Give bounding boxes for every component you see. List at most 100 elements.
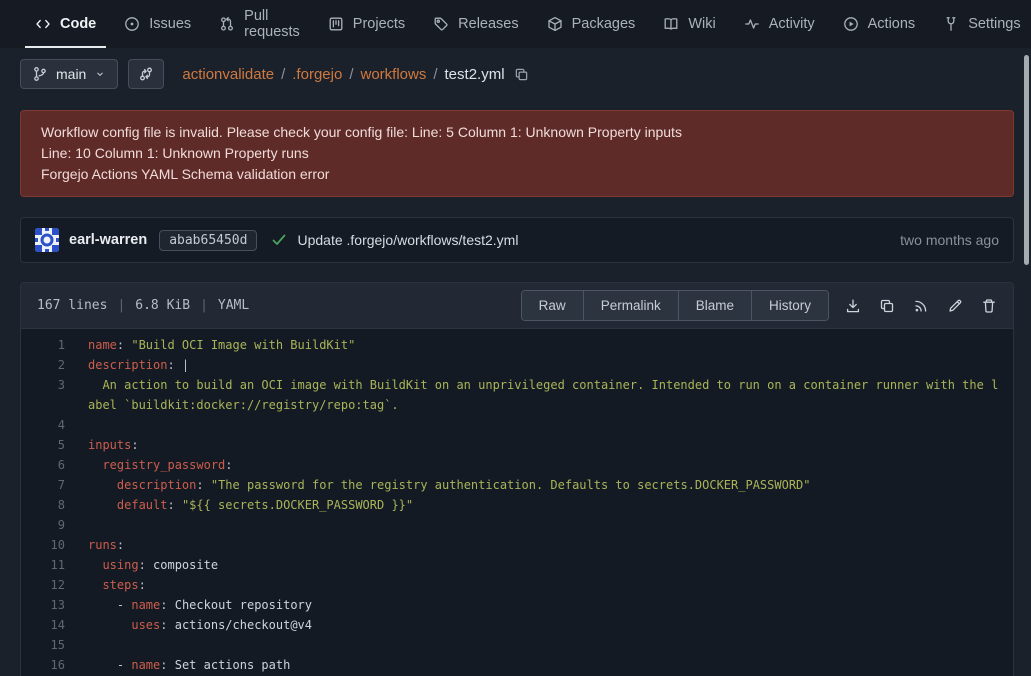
pull-request-icon <box>219 16 235 32</box>
tab-pull-requests[interactable]: Pull requests <box>205 0 314 48</box>
tab-settings[interactable]: Settings <box>929 0 1031 48</box>
code-view: 1name: "Build OCI Image with BuildKit"2d… <box>21 329 1013 676</box>
line-number[interactable]: 12 <box>21 575 65 595</box>
line-number[interactable]: 13 <box>21 595 65 615</box>
line-number[interactable]: 1 <box>21 335 65 355</box>
tab-label: Packages <box>572 16 636 32</box>
projects-icon <box>328 16 344 32</box>
tab-code[interactable]: Code <box>21 0 110 48</box>
issues-icon <box>124 16 140 32</box>
code-line: 12 steps: <box>21 575 1013 595</box>
file-line-count: 167 lines <box>37 298 107 313</box>
tab-wiki[interactable]: Wiki <box>649 0 729 48</box>
tab-releases[interactable]: Releases <box>419 0 532 48</box>
edit-icon[interactable] <box>943 294 967 318</box>
commit-status-check-icon[interactable] <box>271 232 287 248</box>
avatar[interactable] <box>35 228 59 252</box>
permalink-button[interactable]: Permalink <box>584 291 679 320</box>
line-number[interactable]: 7 <box>21 475 65 495</box>
code-text: runs: <box>65 535 1013 555</box>
raw-button[interactable]: Raw <box>522 291 584 320</box>
tab-settings-label: Settings <box>968 16 1020 32</box>
tab-activity[interactable]: Activity <box>730 0 829 48</box>
releases-icon <box>433 16 449 32</box>
settings-icon <box>943 16 959 32</box>
activity-icon <box>744 16 760 32</box>
code-text <box>65 635 1013 655</box>
line-number[interactable]: 6 <box>21 455 65 475</box>
branch-icon <box>32 66 48 82</box>
scrollbar-thumb[interactable] <box>1024 55 1029 265</box>
code-icon <box>35 16 51 32</box>
rss-icon[interactable] <box>909 294 933 318</box>
code-line: 15 <box>21 635 1013 655</box>
tab-actions[interactable]: Actions <box>829 0 930 48</box>
line-number[interactable]: 4 <box>21 415 65 435</box>
code-line: 2description: | <box>21 355 1013 375</box>
code-line: 4 <box>21 415 1013 435</box>
tab-projects[interactable]: Projects <box>314 0 419 48</box>
download-icon[interactable] <box>841 294 865 318</box>
breadcrumb-link[interactable]: actionvalidate <box>182 66 274 83</box>
code-text <box>65 415 1013 435</box>
blame-button[interactable]: Blame <box>679 291 752 320</box>
code-text: registry_password: <box>65 455 1013 475</box>
code-line: 10runs: <box>21 535 1013 555</box>
tab-issues[interactable]: Issues <box>110 0 205 48</box>
commit-author[interactable]: earl-warren <box>69 232 147 248</box>
code-line: 11 using: composite <box>21 555 1013 575</box>
line-number[interactable]: 8 <box>21 495 65 515</box>
tab-label: Projects <box>353 16 405 32</box>
code-text: name: "Build OCI Image with BuildKit" <box>65 335 1013 355</box>
line-number[interactable]: 3 <box>21 375 65 415</box>
line-number[interactable]: 16 <box>21 655 65 675</box>
line-number[interactable]: 5 <box>21 435 65 455</box>
commit-hash[interactable]: abab65450d <box>159 230 257 251</box>
code-line: 3 An action to build an OCI image with B… <box>21 375 1013 415</box>
breadcrumb: actionvalidate/.forgejo/workflows/test2.… <box>182 66 528 83</box>
error-line: Workflow config file is invalid. Please … <box>41 122 993 143</box>
file-action-icons <box>841 294 1001 318</box>
code-line: 1name: "Build OCI Image with BuildKit" <box>21 335 1013 355</box>
line-number[interactable]: 10 <box>21 535 65 555</box>
breadcrumb-link[interactable]: .forgejo <box>292 66 342 83</box>
code-line: 16 - name: Set actions path <box>21 655 1013 675</box>
line-number[interactable]: 11 <box>21 555 65 575</box>
workflow-error-banner: Workflow config file is invalid. Please … <box>20 110 1014 197</box>
tab-label: Activity <box>769 16 815 32</box>
commit-message[interactable]: Update .forgejo/workflows/test2.yml <box>297 232 518 248</box>
tab-label: Pull requests <box>244 8 300 40</box>
line-number[interactable]: 2 <box>21 355 65 375</box>
file-language: YAML <box>218 298 249 313</box>
meta-divider: | <box>200 298 208 313</box>
wiki-icon <box>663 16 679 32</box>
delete-icon[interactable] <box>977 294 1001 318</box>
error-line: Line: 10 Column 1: Unknown Property runs <box>41 143 993 164</box>
chevron-down-icon <box>94 68 106 80</box>
actions-icon <box>843 16 859 32</box>
compare-icon <box>138 66 154 82</box>
line-number[interactable]: 9 <box>21 515 65 535</box>
tab-packages[interactable]: Packages <box>533 0 650 48</box>
line-number[interactable]: 15 <box>21 635 65 655</box>
code-text: description: | <box>65 355 1013 375</box>
compare-button[interactable] <box>128 59 164 89</box>
branch-selector-button[interactable]: main <box>20 59 118 89</box>
code-line: 8 default: "${{ secrets.DOCKER_PASSWORD … <box>21 495 1013 515</box>
packages-icon <box>547 16 563 32</box>
copy-icon[interactable] <box>875 294 899 318</box>
line-number[interactable]: 14 <box>21 615 65 635</box>
breadcrumb-separator: / <box>349 66 353 83</box>
code-text <box>65 515 1013 535</box>
breadcrumb-link[interactable]: workflows <box>360 66 426 83</box>
copy-path-icon[interactable] <box>514 67 529 82</box>
meta-divider: | <box>117 298 125 313</box>
file-header: 167 lines | 6.8 KiB | YAML RawPermalinkB… <box>21 283 1013 329</box>
code-line: 14 uses: actions/checkout@v4 <box>21 615 1013 635</box>
code-line: 13 - name: Checkout repository <box>21 595 1013 615</box>
history-button[interactable]: History <box>752 291 828 320</box>
file-view: 167 lines | 6.8 KiB | YAML RawPermalinkB… <box>20 282 1014 676</box>
tab-label: Issues <box>149 16 191 32</box>
code-line: 6 registry_password: <box>21 455 1013 475</box>
code-text: - name: Checkout repository <box>65 595 1013 615</box>
